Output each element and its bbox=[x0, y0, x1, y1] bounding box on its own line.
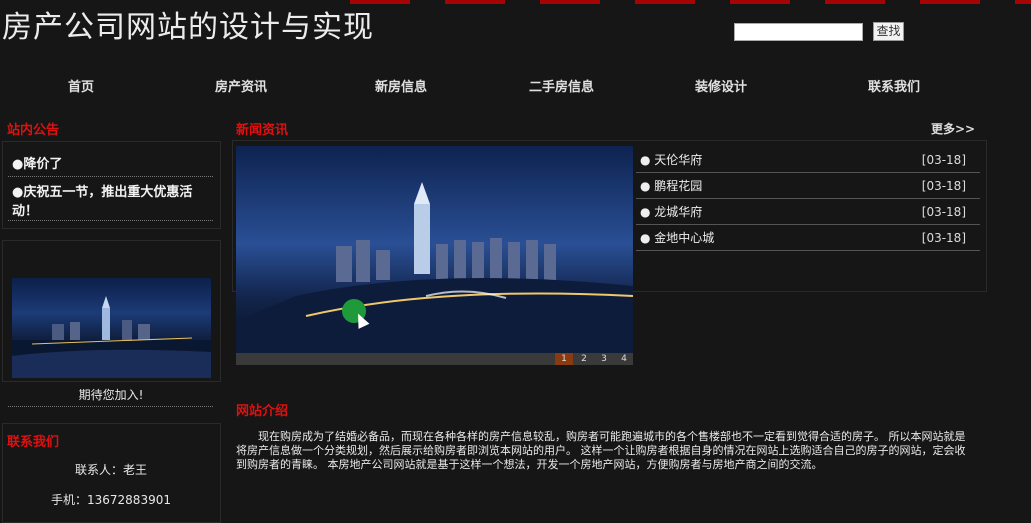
divider bbox=[8, 406, 213, 407]
news-item-title[interactable]: ● 金地中心城 bbox=[640, 226, 714, 251]
promo-image[interactable] bbox=[12, 278, 211, 378]
notice-title: 站内公告 bbox=[7, 123, 60, 138]
main-nav: 首页 房产资讯 新房信息 二手房信息 装修设计 联系我们 bbox=[0, 76, 1031, 98]
news-item-date: [03-18] bbox=[921, 205, 966, 219]
nav-item-home[interactable]: 首页 bbox=[68, 76, 94, 95]
nav-item-second-hand[interactable]: 二手房信息 bbox=[529, 76, 594, 95]
intro-text: 现在购房成为了结婚必备品，而现在各种各样的房产信息较乱，购房者可能跑遍城市的各个… bbox=[236, 430, 966, 471]
search-input[interactable] bbox=[734, 23, 863, 41]
banner-pager-bar bbox=[236, 353, 633, 365]
nav-item-contact[interactable]: 联系我们 bbox=[868, 76, 920, 95]
search-button[interactable]: 查找 bbox=[873, 22, 904, 41]
nav-item-new-houses[interactable]: 新房信息 bbox=[375, 76, 427, 95]
notice-item[interactable]: ●降价了 bbox=[12, 155, 212, 174]
banner-page-1[interactable]: 1 bbox=[555, 353, 573, 365]
news-row[interactable]: ● 鹏程花园 [03-18] bbox=[636, 174, 980, 199]
news-item-date: [03-18] bbox=[921, 231, 966, 245]
news-row[interactable]: ● 金地中心城 [03-18] bbox=[636, 226, 980, 251]
divider bbox=[8, 176, 213, 177]
news-item-date: [03-18] bbox=[921, 179, 966, 193]
top-red-strip bbox=[350, 0, 1031, 4]
news-title: 新闻资讯 bbox=[236, 123, 289, 138]
welcome-text: 期待您加入! bbox=[78, 388, 144, 402]
nav-item-news[interactable]: 房产资讯 bbox=[215, 76, 267, 95]
news-row[interactable]: ● 天伦华府 [03-18] bbox=[636, 148, 980, 173]
news-item-title[interactable]: ● 龙城华府 bbox=[640, 200, 702, 225]
banner-page-3[interactable]: 3 bbox=[595, 353, 613, 365]
site-title: 房产公司网站的设计与实现 bbox=[2, 10, 374, 45]
news-item-title[interactable]: ● 天伦华府 bbox=[640, 148, 702, 173]
banner-page-2[interactable]: 2 bbox=[575, 353, 593, 365]
banner-image[interactable] bbox=[236, 146, 633, 364]
intro-title: 网站介绍 bbox=[236, 404, 289, 419]
news-item-date: [03-18] bbox=[921, 153, 966, 167]
more-link[interactable]: 更多>> bbox=[931, 120, 975, 137]
divider bbox=[8, 220, 213, 221]
news-row[interactable]: ● 龙城华府 [03-18] bbox=[636, 200, 980, 225]
banner-page-4[interactable]: 4 bbox=[615, 353, 633, 365]
news-item-title[interactable]: ● 鹏程花园 bbox=[640, 174, 702, 199]
contact-person: 联系人：老王 bbox=[74, 463, 147, 477]
contact-phone: 手机：13672883901 bbox=[51, 493, 171, 507]
notice-item[interactable]: ●庆祝五一节，推出重大优惠活动！ bbox=[12, 183, 212, 221]
nav-item-decoration[interactable]: 装修设计 bbox=[695, 76, 747, 95]
